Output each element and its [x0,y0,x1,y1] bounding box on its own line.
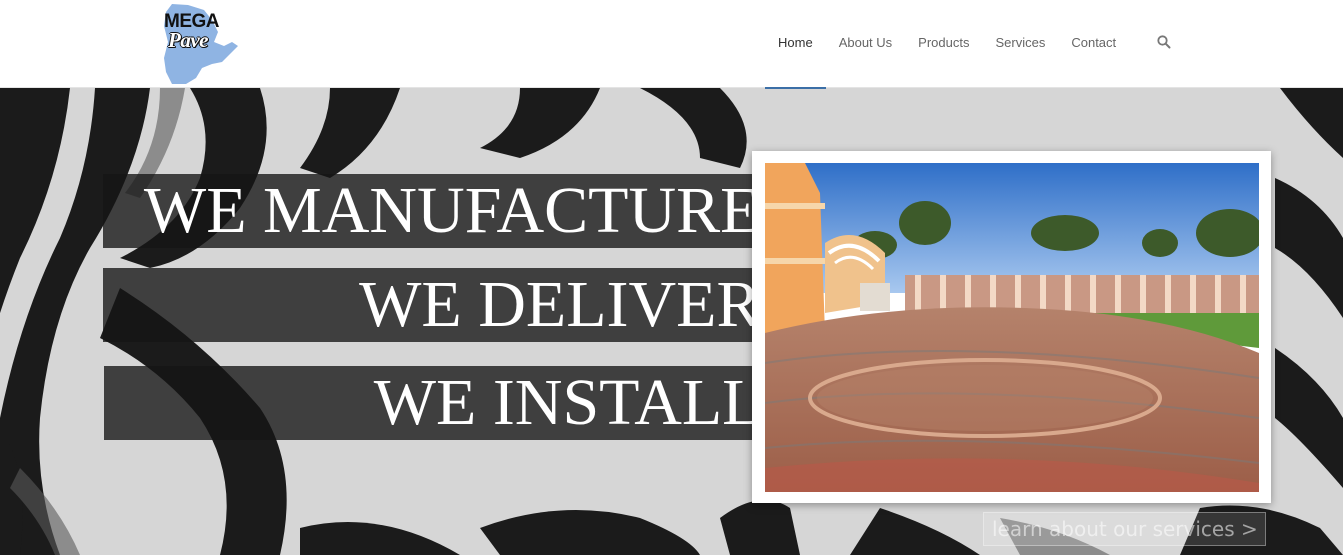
logo-text-pave: Pave [168,28,208,52]
search-icon[interactable] [1156,34,1172,50]
hero-tagline-manufacture: WE MANUFACTURE. [103,174,787,248]
learn-more-services-button[interactable]: learn about our services > [983,512,1266,546]
site-header: MEGA Pave Home About Us Products Service… [0,0,1343,89]
paving-photo-frame [752,151,1271,503]
mega-pave-logo[interactable]: MEGA Pave [160,2,242,86]
nav-item-services[interactable]: Services [982,0,1058,88]
paved-courtyard-image [765,163,1259,492]
hero-tagline-deliver: WE DELIVER. [103,268,787,342]
nav-item-about-us[interactable]: About Us [826,0,905,88]
hero-slider: WE MANUFACTURE. WE DELIVER. WE INSTALL. [0,88,1343,555]
hero-tagline-install: WE INSTALL. [104,366,789,440]
main-navigation: Home About Us Products Services Contact [765,0,1129,89]
nav-item-home[interactable]: Home [765,0,826,89]
nav-item-contact[interactable]: Contact [1058,0,1129,88]
nav-item-products[interactable]: Products [905,0,982,88]
